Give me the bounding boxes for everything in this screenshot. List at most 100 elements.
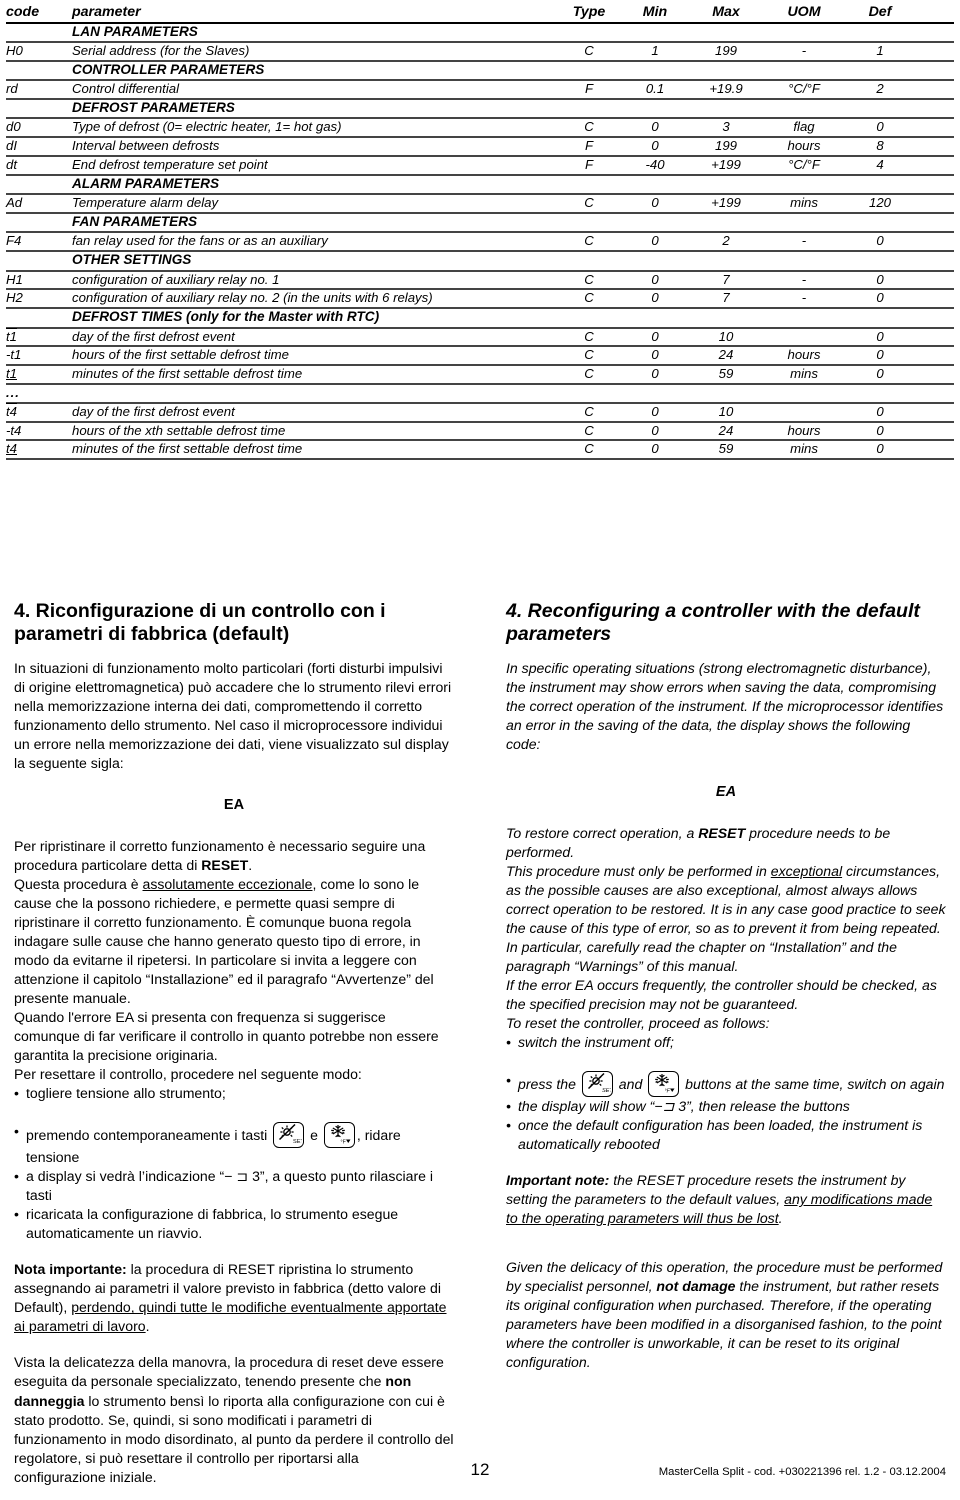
ellipsis-empty-cell xyxy=(620,384,690,404)
section-title-cell: FAN PARAMETERS xyxy=(72,213,558,234)
table-row: F4 fan relay used for the fans or as an a… xyxy=(6,232,954,253)
italian-paragraph-5: Per resettare il controllo, procedere ne… xyxy=(14,1066,362,1083)
param-description-cell: configuration of auxiliary relay no. 2 (… xyxy=(72,289,558,310)
param-def-cell: 2 xyxy=(846,80,914,101)
section-empty-cell xyxy=(846,308,914,329)
italian-bullet-spacer xyxy=(14,1103,454,1122)
section-empty-cell xyxy=(558,308,620,329)
param-max-cell: 24 xyxy=(690,421,762,442)
param-max-cell: 199 xyxy=(690,42,762,63)
section-empty-cell xyxy=(690,22,762,44)
param-code-cell: t4 xyxy=(6,440,72,461)
param-pad-cell xyxy=(914,421,954,442)
page-footer: 12 MasterCella Split - cod. +030221396 r… xyxy=(0,1460,960,1484)
section-empty-cell xyxy=(914,61,954,82)
param-pad-cell xyxy=(914,118,954,139)
param-description-cell: Type of defrost (0= electric heater, 1= … xyxy=(72,118,558,139)
param-type-cell: C xyxy=(558,421,620,442)
param-uom-cell xyxy=(762,327,846,348)
section-empty-cell xyxy=(690,99,762,120)
section-empty-cell xyxy=(846,251,914,272)
section-empty-cell xyxy=(690,175,762,196)
english-bullet-4: once the default configuration has been … xyxy=(506,1116,946,1135)
section-empty-cell xyxy=(914,251,954,272)
param-pad-cell xyxy=(914,137,954,158)
param-uom-cell: mins xyxy=(762,365,846,386)
table-row: t4 minutes of the first settable defrost … xyxy=(6,440,954,461)
ellipsis-cell: ... xyxy=(6,384,72,404)
table-row: dt End defrost temperature set point F -40 +… xyxy=(6,156,954,176)
param-code-cell: dI xyxy=(6,137,72,158)
italian-bullet-1: togliere tensione allo strumento; xyxy=(14,1084,454,1103)
table-row: H2 configuration of auxiliary relay no. 2… xyxy=(6,289,954,310)
english-paragraph-5: To reset the controller, proceed as foll… xyxy=(506,1015,770,1032)
table-section-row: FAN PARAMETERS xyxy=(6,213,954,234)
param-type-cell: C xyxy=(558,118,620,139)
italian-bullet-list: togliere tensione allo strumento; premen… xyxy=(14,1084,454,1243)
italian-bullet-4: ricaricata la configurazione di fabbrica… xyxy=(14,1205,454,1224)
param-code-cell: -t1 xyxy=(6,346,72,367)
param-def-cell: 1 xyxy=(846,42,914,63)
it-b2-and: e xyxy=(306,1127,322,1144)
param-description-cell: configuration of auxiliary relay no. 1 xyxy=(72,270,558,291)
param-code-cell: t4 xyxy=(6,402,72,423)
section-empty-cell xyxy=(914,99,954,120)
param-type-cell: C xyxy=(558,289,620,310)
english-final-paragraph: Given the delicacy of this operation, th… xyxy=(506,1258,946,1372)
param-min-cell: 0 xyxy=(620,327,690,348)
english-spacer-1 xyxy=(506,1154,946,1171)
section-code-cell xyxy=(6,61,72,82)
param-uom-cell: - xyxy=(762,270,846,291)
it-p3-b: , come lo sono le cause che la possono r… xyxy=(14,876,434,1007)
table-section-row: CONTROLLER PARAMETERS xyxy=(6,61,954,82)
section-empty-cell xyxy=(914,308,954,329)
light-set-key-icon[interactable]: SET xyxy=(273,1122,305,1149)
param-type-cell: C xyxy=(558,440,620,461)
param-uom-cell: - xyxy=(762,42,846,63)
param-description-cell: End defrost temperature set point xyxy=(72,156,558,176)
param-pad-cell xyxy=(914,270,954,291)
section-empty-cell xyxy=(620,61,690,82)
param-code-cell: H2 xyxy=(6,289,72,310)
param-description-cell: Temperature alarm delay xyxy=(72,194,558,215)
defrost-snowflake-key-icon[interactable]: °F xyxy=(323,1122,355,1149)
table-ellipsis-row: ... xyxy=(6,384,954,404)
section-title-cell: ALARM PARAMETERS xyxy=(72,175,558,196)
param-type-cell: C xyxy=(558,42,620,63)
it-p3-a: Questa procedura è xyxy=(14,876,143,893)
section-code-cell xyxy=(6,251,72,272)
param-def-cell: 0 xyxy=(846,270,914,291)
section-title-cell: CONTROLLER PARAMETERS xyxy=(72,61,558,82)
section-empty-cell xyxy=(846,99,914,120)
param-pad-cell xyxy=(914,402,954,423)
param-type-cell: C xyxy=(558,270,620,291)
param-max-cell: +199 xyxy=(690,156,762,176)
column-header-pad xyxy=(914,4,954,24)
svg-text:SET: SET xyxy=(293,1139,302,1145)
param-type-cell: C xyxy=(558,327,620,348)
param-uom-cell: mins xyxy=(762,440,846,461)
section-empty-cell xyxy=(762,308,846,329)
param-pad-cell xyxy=(914,232,954,253)
section-empty-cell xyxy=(846,175,914,196)
param-description-cell: day of the first defrost event xyxy=(72,327,558,348)
italian-paragraph-4: Quando l'errore EA si presenta con frequ… xyxy=(14,1009,439,1064)
defrost-snowflake-key-icon[interactable]: °F xyxy=(648,1071,680,1098)
section-empty-cell xyxy=(846,22,914,44)
table-row: t4 day of the first defrost event C 0 10 0 xyxy=(6,402,954,423)
light-set-key-icon[interactable]: SET xyxy=(581,1071,613,1098)
column-header-type: Type xyxy=(558,4,620,24)
param-pad-cell xyxy=(914,346,954,367)
parameter-table: code parameter Type Min Max UOM Def LAN … xyxy=(6,4,954,461)
section-empty-cell xyxy=(690,251,762,272)
italian-paragraph-2: Per ripristinare il corretto funzionamen… xyxy=(14,837,454,875)
param-pad-cell xyxy=(914,42,954,63)
en-p2-a: To restore correct operation, a xyxy=(506,825,699,842)
section-title-cell: LAN PARAMETERS xyxy=(72,22,558,44)
table-row: -t4 hours of the xth settable defrost tim… xyxy=(6,421,954,442)
en-note-label: Important note: xyxy=(506,1172,610,1189)
param-uom-cell: °C/°F xyxy=(762,80,846,101)
section-empty-cell xyxy=(762,99,846,120)
italian-bullet-3: a display si vedrà l’indicazione “− ⊐ 3”… xyxy=(14,1167,454,1205)
english-bullet-3: the display will show “−⊐ 3”, then relea… xyxy=(506,1097,946,1116)
